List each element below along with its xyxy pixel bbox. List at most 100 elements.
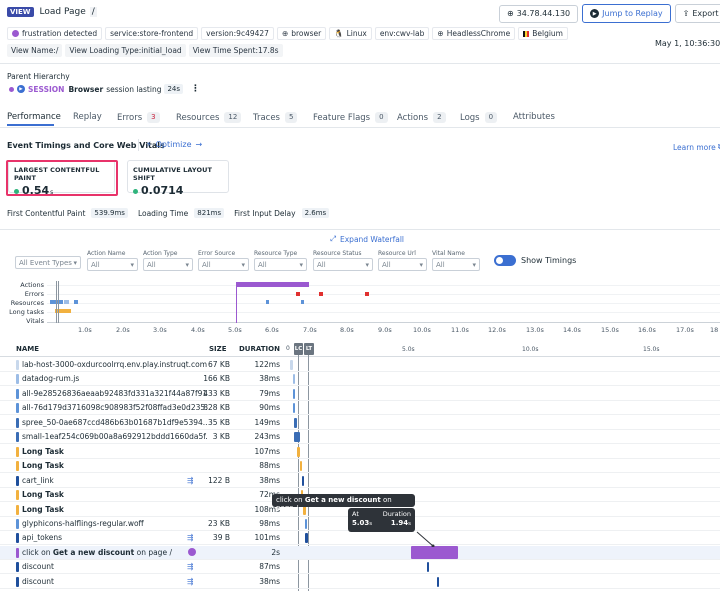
tag-service[interactable]: service:store-frontend: [105, 27, 199, 40]
row-size: 122 B: [208, 475, 230, 485]
optimize-link[interactable]: ⚡ Optimize →: [146, 140, 202, 149]
row-size: 433 KB: [203, 388, 230, 398]
tag-browser-name[interactable]: ⊕ HeadlessChrome: [432, 27, 516, 40]
tag-os[interactable]: 🐧 Linux: [329, 27, 372, 40]
network-icon: ⇶: [187, 475, 194, 485]
export-button[interactable]: ⇪ Export: [674, 4, 720, 23]
waterfall-row[interactable]: datadog-rum.js 166 KB 38ms: [0, 372, 720, 387]
tag-frustration[interactable]: frustration detected: [7, 27, 103, 40]
row-timeline-bar[interactable]: [437, 576, 439, 587]
tab-performance[interactable]: Performance: [7, 112, 61, 122]
lane-label-actions: Actions: [20, 281, 44, 289]
row-timeline-bar[interactable]: [297, 446, 300, 457]
waterfall-row[interactable]: lab-host-3000-oxdurcoolrrq.env.play.inst…: [0, 358, 720, 372]
loading-time-marker[interactable]: LT: [304, 343, 314, 355]
row-name: datadog-rum.js: [22, 374, 80, 384]
action-tooltip-title: click on Get a new discount on page /: [272, 494, 415, 512]
overview-action-line: [236, 282, 237, 323]
axis-tick: 1.0s: [78, 326, 92, 334]
waterfall-row[interactable]: api_tokens ⇶ 39 B 101ms: [0, 531, 720, 546]
row-timeline-bar[interactable]: [292, 374, 295, 385]
waterfall-row[interactable]: discount ⇶ 38ms: [0, 575, 720, 589]
tag-version[interactable]: version:9c49427: [201, 27, 274, 40]
cls-card[interactable]: CUMULATIVE LAYOUT SHIFT 0.0714: [127, 160, 229, 197]
overview-action-bar: [236, 282, 309, 287]
globe-icon: ⊕: [507, 9, 514, 18]
tag-time-spent[interactable]: View Time Spent:17.8s: [188, 44, 283, 57]
row-timeline-bar[interactable]: [293, 417, 298, 428]
timeline-tick: 0: [286, 345, 290, 352]
column-size-header[interactable]: SIZE: [209, 345, 227, 353]
tab-actions[interactable]: Actions 2: [397, 112, 446, 123]
waterfall-row[interactable]: all-76d179d3716098c908983f52f08ffad3e0d2…: [0, 401, 720, 416]
toggle-switch[interactable]: [494, 255, 516, 266]
waterfall-row[interactable]: spree_50-0ae687ccd486b63b01687b1df9e5394…: [0, 416, 720, 430]
lcp-marker[interactable]: LC: [294, 343, 303, 355]
chevron-down-icon: ▾: [419, 260, 423, 269]
tab-attributes[interactable]: Attributes: [513, 112, 555, 122]
jump-to-replay-button[interactable]: ▶ Jump to Replay: [582, 4, 671, 23]
tag-country[interactable]: Belgium: [518, 27, 568, 40]
row-timeline-bar[interactable]: [427, 562, 430, 573]
tag-env[interactable]: env:cwv-lab: [374, 27, 430, 40]
waterfall-row[interactable]: Long Task 88ms: [0, 459, 720, 474]
row-duration: 107ms: [254, 446, 280, 456]
row-timeline-bar[interactable]: [305, 533, 308, 544]
row-name: discount: [22, 576, 54, 586]
chevron-down-icon: ▾: [130, 260, 134, 269]
waterfall-row[interactable]: Long Task 107ms: [0, 445, 720, 459]
tab-replay[interactable]: Replay: [73, 112, 102, 122]
session-type: Browser: [68, 84, 104, 94]
filter-resource-type[interactable]: Resource Type All ▾: [254, 250, 307, 271]
tab-traces[interactable]: Traces 5: [253, 112, 298, 123]
column-duration-header[interactable]: DURATION: [239, 345, 280, 353]
session-row[interactable]: ▶ SESSION Browser session lasting 24s ⋮: [9, 84, 200, 94]
tag-view-name[interactable]: View Name:/: [7, 44, 63, 57]
row-name: spree_50-0ae687ccd486b63b01687b1df9e5394…: [22, 417, 208, 427]
row-name: api_tokens: [22, 533, 63, 543]
row-duration: 90ms: [259, 403, 280, 413]
overview-timeline[interactable]: Actions Errors Resources Long tasks Vita…: [0, 281, 720, 326]
row-timeline-bar[interactable]: [294, 432, 301, 443]
filter-resource-url[interactable]: Resource Url All ▾: [378, 250, 427, 271]
fcp-label: First Contentful Paint: [7, 208, 86, 218]
waterfall-row[interactable]: small-1eaf254c069b00a8a692912bddd1660da5…: [0, 430, 720, 445]
event-types-select[interactable]: All Event Types ▾: [15, 256, 81, 269]
row-timeline-bar[interactable]: [293, 403, 296, 414]
session-play-icon: ▶: [17, 85, 25, 93]
row-duration: 87ms: [259, 562, 280, 572]
filter-resource-status[interactable]: Resource Status All ▾: [313, 250, 373, 271]
row-timeline-bar[interactable]: [299, 461, 302, 472]
filter-error-source[interactable]: Error Source All ▾: [198, 250, 249, 271]
row-timeline-bar[interactable]: [302, 475, 305, 486]
row-timeline-bar[interactable]: [411, 545, 458, 559]
tab-resources[interactable]: Resources 12: [176, 112, 242, 123]
row-timeline-bar[interactable]: [304, 518, 308, 529]
tag-loading-type[interactable]: View Loading Type:initial_load: [65, 44, 186, 57]
tab-logs[interactable]: Logs 0: [460, 112, 498, 123]
column-name-header[interactable]: NAME: [16, 345, 39, 353]
learn-more-link[interactable]: Learn more ⧉: [673, 142, 720, 152]
show-timings-toggle[interactable]: Show Timings: [494, 255, 576, 266]
waterfall-row[interactable]: all-9e28526836aeaab92483fd331a321f44a87f…: [0, 387, 720, 401]
tab-feature-flags[interactable]: Feature Flags 0: [313, 112, 388, 123]
tag-browser[interactable]: ⊕ browser: [276, 27, 327, 40]
filter-action-name[interactable]: Action Name All ▾: [87, 250, 138, 271]
row-timeline-bar[interactable]: [293, 388, 296, 399]
waterfall-action-row[interactable]: click on Get a new discount on page / 2s: [0, 545, 720, 560]
filter-vital-name[interactable]: Vital Name All ▾: [432, 250, 480, 271]
row-duration: 122ms: [254, 360, 280, 369]
axis-tick: 18: [710, 326, 719, 334]
tags-row: frustration detected service:store-front…: [7, 27, 571, 40]
waterfall-row[interactable]: cart_link ⇶ 122 B 38ms: [0, 474, 720, 488]
ip-address-chip[interactable]: ⊕ 34.78.44.130: [499, 4, 579, 23]
filter-action-type[interactable]: Action Type All ▾: [143, 250, 193, 271]
row-type-marker: [16, 547, 19, 558]
row-type-marker: [16, 374, 19, 385]
chevron-down-icon: ▾: [73, 258, 77, 267]
waterfall-row[interactable]: discount ⇶ 87ms: [0, 560, 720, 575]
expand-waterfall-link[interactable]: ⤢ Expand Waterfall: [330, 234, 404, 244]
tab-errors[interactable]: Errors 3: [117, 112, 160, 123]
row-timeline-bar[interactable]: [290, 360, 293, 370]
more-options-icon[interactable]: ⋮: [191, 84, 200, 94]
